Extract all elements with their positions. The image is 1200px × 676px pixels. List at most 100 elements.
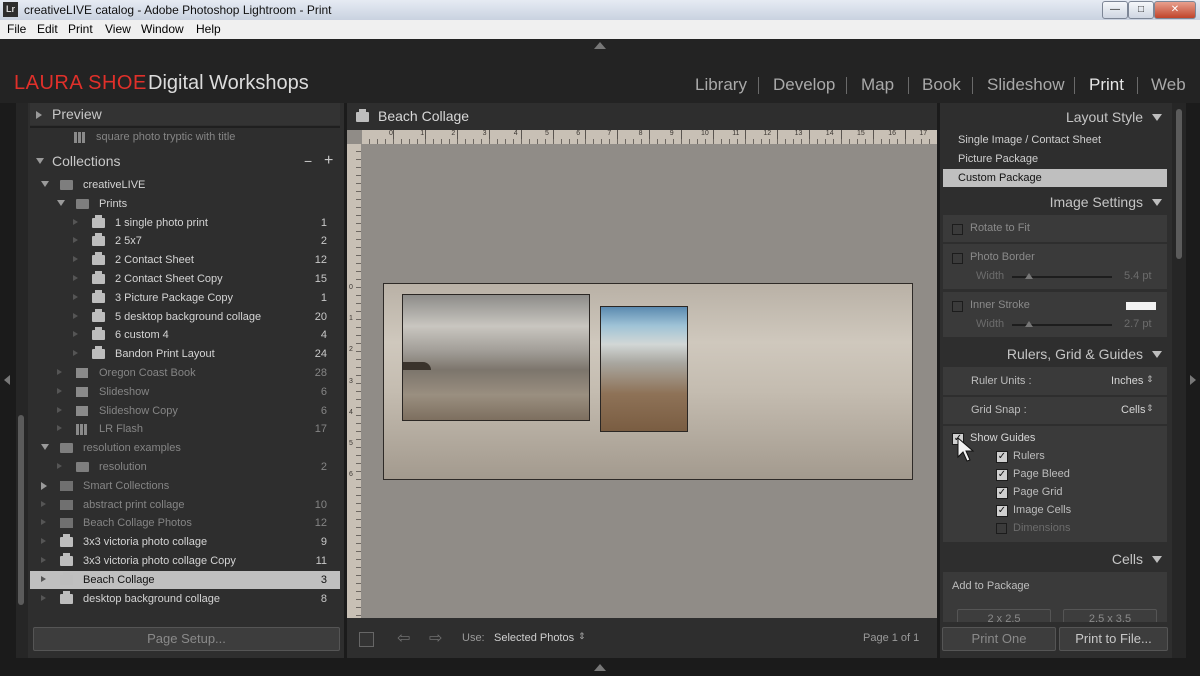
- collapse-icon[interactable]: [1152, 114, 1162, 121]
- disclosure-right-icon[interactable]: [57, 387, 62, 394]
- collapse-icon[interactable]: [1152, 556, 1162, 563]
- disclosure-right-icon[interactable]: [57, 463, 62, 469]
- disclosure-right-icon[interactable]: [57, 369, 62, 375]
- disclosure-right-icon[interactable]: [73, 275, 78, 281]
- collections-panel-header[interactable]: Collections − +: [30, 150, 340, 172]
- close-button[interactable]: ✕: [1154, 1, 1196, 19]
- image-cells-checkbox[interactable]: ✓: [996, 505, 1008, 517]
- disclosure-right-icon[interactable]: [41, 538, 46, 545]
- grid-snap-select[interactable]: Cells: [1121, 404, 1145, 416]
- disclosure-right-icon[interactable]: [41, 557, 46, 563]
- image-cell-small[interactable]: [600, 306, 688, 432]
- page-grid-checkbox[interactable]: ✓: [996, 487, 1008, 499]
- collection-row[interactable]: LR Flash 17: [30, 420, 340, 438]
- disclosure-right-icon[interactable]: [73, 256, 78, 263]
- disclosure-right-icon[interactable]: [36, 111, 42, 119]
- disclosure-right-icon[interactable]: [73, 350, 78, 357]
- collection-row[interactable]: desktop background collage 8: [30, 590, 340, 608]
- collection-row[interactable]: Beach Collage 3: [30, 570, 340, 589]
- left-panel-toggle-icon[interactable]: [4, 375, 10, 385]
- disclosure-right-icon[interactable]: [73, 237, 78, 244]
- collection-row[interactable]: resolution 2: [30, 458, 340, 476]
- disclosure-right-icon[interactable]: [57, 425, 62, 432]
- minimize-button[interactable]: —: [1102, 1, 1128, 19]
- remove-collection-button[interactable]: −: [304, 150, 312, 172]
- menu-view[interactable]: View: [105, 20, 131, 39]
- print-one-button[interactable]: Print One: [942, 627, 1056, 651]
- right-panel-toggle-icon[interactable]: [1190, 375, 1196, 385]
- cell-size-button[interactable]: 2 x 2.5: [957, 609, 1051, 622]
- cells-header[interactable]: Cells: [943, 548, 1167, 570]
- collapse-icon[interactable]: [1152, 199, 1162, 206]
- menu-help[interactable]: Help: [196, 20, 221, 39]
- rotate-to-fit-checkbox[interactable]: [952, 224, 963, 235]
- maximize-button[interactable]: □: [1128, 1, 1154, 19]
- collection-row[interactable]: 3x3 victoria photo collage 9: [30, 533, 340, 551]
- print-to-file-button[interactable]: Print to File...: [1059, 627, 1168, 651]
- photo-border-checkbox[interactable]: [952, 253, 963, 264]
- left-ruler[interactable]: 0 1 2 3 4 5 6: [347, 144, 361, 618]
- slider-knob[interactable]: [1025, 321, 1033, 327]
- disclosure-right-icon[interactable]: [41, 519, 46, 526]
- right-panel-scrollbar[interactable]: [1172, 103, 1186, 658]
- collection-row[interactable]: 1 single photo print 1: [30, 214, 340, 232]
- module-book[interactable]: Book: [922, 75, 961, 95]
- top-ruler[interactable]: 0 1 2 3 4 5 6 7 8 9 10 11 12 13 14 15 16 17: [362, 130, 937, 144]
- layout-style-header[interactable]: Layout Style: [943, 106, 1167, 128]
- collection-row[interactable]: Beach Collage Photos 12: [30, 514, 340, 532]
- menu-file[interactable]: File: [7, 20, 26, 39]
- menu-window[interactable]: Window: [141, 20, 184, 39]
- collection-row[interactable]: 2 5x7 2: [30, 232, 340, 250]
- collection-row[interactable]: Slideshow 6: [30, 383, 340, 401]
- collection-row[interactable]: Slideshow Copy 6: [30, 402, 340, 420]
- collection-row[interactable]: Oregon Coast Book 28: [30, 364, 340, 382]
- module-print[interactable]: Print: [1089, 75, 1124, 95]
- updown-icon[interactable]: ⇕: [1146, 374, 1154, 385]
- collection-row[interactable]: 2 Contact Sheet 12: [30, 251, 340, 269]
- collection-row[interactable]: 2 Contact Sheet Copy 15: [30, 270, 340, 288]
- menu-print[interactable]: Print: [68, 20, 93, 39]
- collection-row[interactable]: 3x3 victoria photo collage Copy 11: [30, 552, 340, 570]
- left-panel-scrollbar[interactable]: [16, 103, 28, 658]
- scrollbar-thumb[interactable]: [1176, 109, 1182, 259]
- collection-row[interactable]: resolution examples: [30, 439, 340, 457]
- image-settings-header[interactable]: Image Settings: [943, 191, 1167, 213]
- disclosure-down-icon[interactable]: [41, 181, 49, 187]
- bottom-panel-toggle-icon[interactable]: [594, 664, 606, 671]
- inner-stroke-checkbox[interactable]: [952, 301, 963, 312]
- image-cell-large[interactable]: [402, 294, 590, 421]
- disclosure-down-icon[interactable]: [57, 199, 65, 206]
- disclosure-right-icon[interactable]: [41, 575, 46, 582]
- module-web[interactable]: Web: [1151, 75, 1186, 95]
- disclosure-right-icon[interactable]: [73, 331, 78, 338]
- disclosure-right-icon[interactable]: [73, 312, 78, 319]
- collection-row[interactable]: Bandon Print Layout 24: [30, 345, 340, 363]
- dimensions-checkbox[interactable]: [996, 523, 1007, 534]
- menu-edit[interactable]: Edit: [37, 20, 58, 39]
- collection-row[interactable]: creativeLIVE: [30, 176, 340, 194]
- layout-picture-package[interactable]: Picture Package: [943, 150, 1167, 168]
- toolbar-square-button[interactable]: [359, 632, 374, 647]
- disclosure-down-icon[interactable]: [36, 158, 44, 164]
- slider-knob[interactable]: [1025, 273, 1033, 279]
- cell-size-button[interactable]: 2.5 x 3.5: [1063, 609, 1157, 622]
- layout-single-image[interactable]: Single Image / Contact Sheet: [943, 131, 1167, 149]
- updown-icon[interactable]: ⇕: [578, 631, 586, 642]
- collection-row[interactable]: abstract print collage 10: [30, 496, 340, 514]
- use-selector[interactable]: Selected Photos: [494, 632, 574, 644]
- inner-stroke-color-swatch[interactable]: [1126, 302, 1156, 310]
- disclosure-right-icon[interactable]: [73, 218, 78, 225]
- layout-custom-package[interactable]: Custom Package: [943, 169, 1167, 187]
- list-item[interactable]: square photo tryptic with title: [30, 130, 340, 144]
- disclosure-right-icon[interactable]: [73, 293, 78, 300]
- rulers-checkbox[interactable]: ✓: [996, 451, 1008, 463]
- disclosure-right-icon[interactable]: [41, 594, 46, 601]
- scrollbar-thumb[interactable]: [18, 415, 24, 605]
- add-collection-button[interactable]: +: [324, 150, 333, 172]
- collection-row[interactable]: Prints: [30, 195, 340, 213]
- top-panel-toggle-icon[interactable]: [594, 42, 606, 49]
- collection-row[interactable]: 5 desktop background collage 20: [30, 308, 340, 326]
- next-page-arrow-icon[interactable]: ⇨: [429, 628, 442, 648]
- module-map[interactable]: Map: [861, 75, 894, 95]
- disclosure-right-icon[interactable]: [41, 481, 47, 490]
